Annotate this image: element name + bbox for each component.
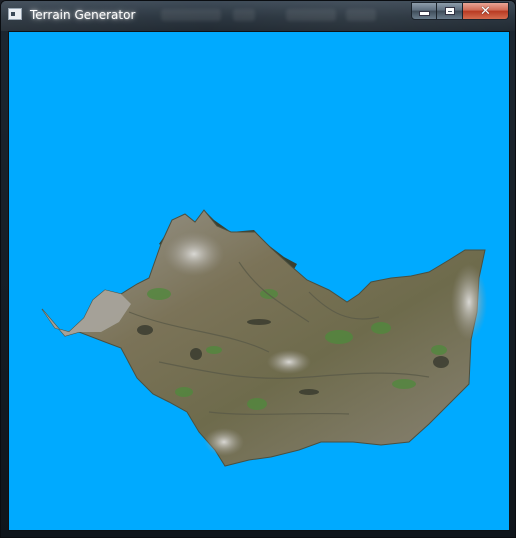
window-title: Terrain Generator [30,8,136,22]
application-window: Terrain Generator ✕ [0,0,516,538]
title-bar-blur [161,9,221,21]
maximize-button[interactable] [437,2,463,20]
title-bar-blur [233,9,255,21]
terrain-peak [451,264,487,340]
title-bar-blur [346,9,376,21]
maximize-icon [444,7,455,15]
minimize-icon [418,11,430,16]
terrain-peak [267,350,311,374]
render-viewport[interactable] [8,31,510,531]
title-bar-blur [286,9,336,21]
terrain-mesh [41,209,487,467]
window-app-icon[interactable] [8,8,22,20]
minimize-button[interactable] [411,2,437,20]
close-icon: ✕ [480,3,491,19]
terrain-peak [164,232,224,276]
terrain-peak [204,428,244,456]
terrain-body [41,209,486,467]
window-controls: ✕ [411,2,509,20]
title-bar[interactable]: Terrain Generator ✕ [1,1,515,31]
close-button[interactable]: ✕ [463,2,509,20]
